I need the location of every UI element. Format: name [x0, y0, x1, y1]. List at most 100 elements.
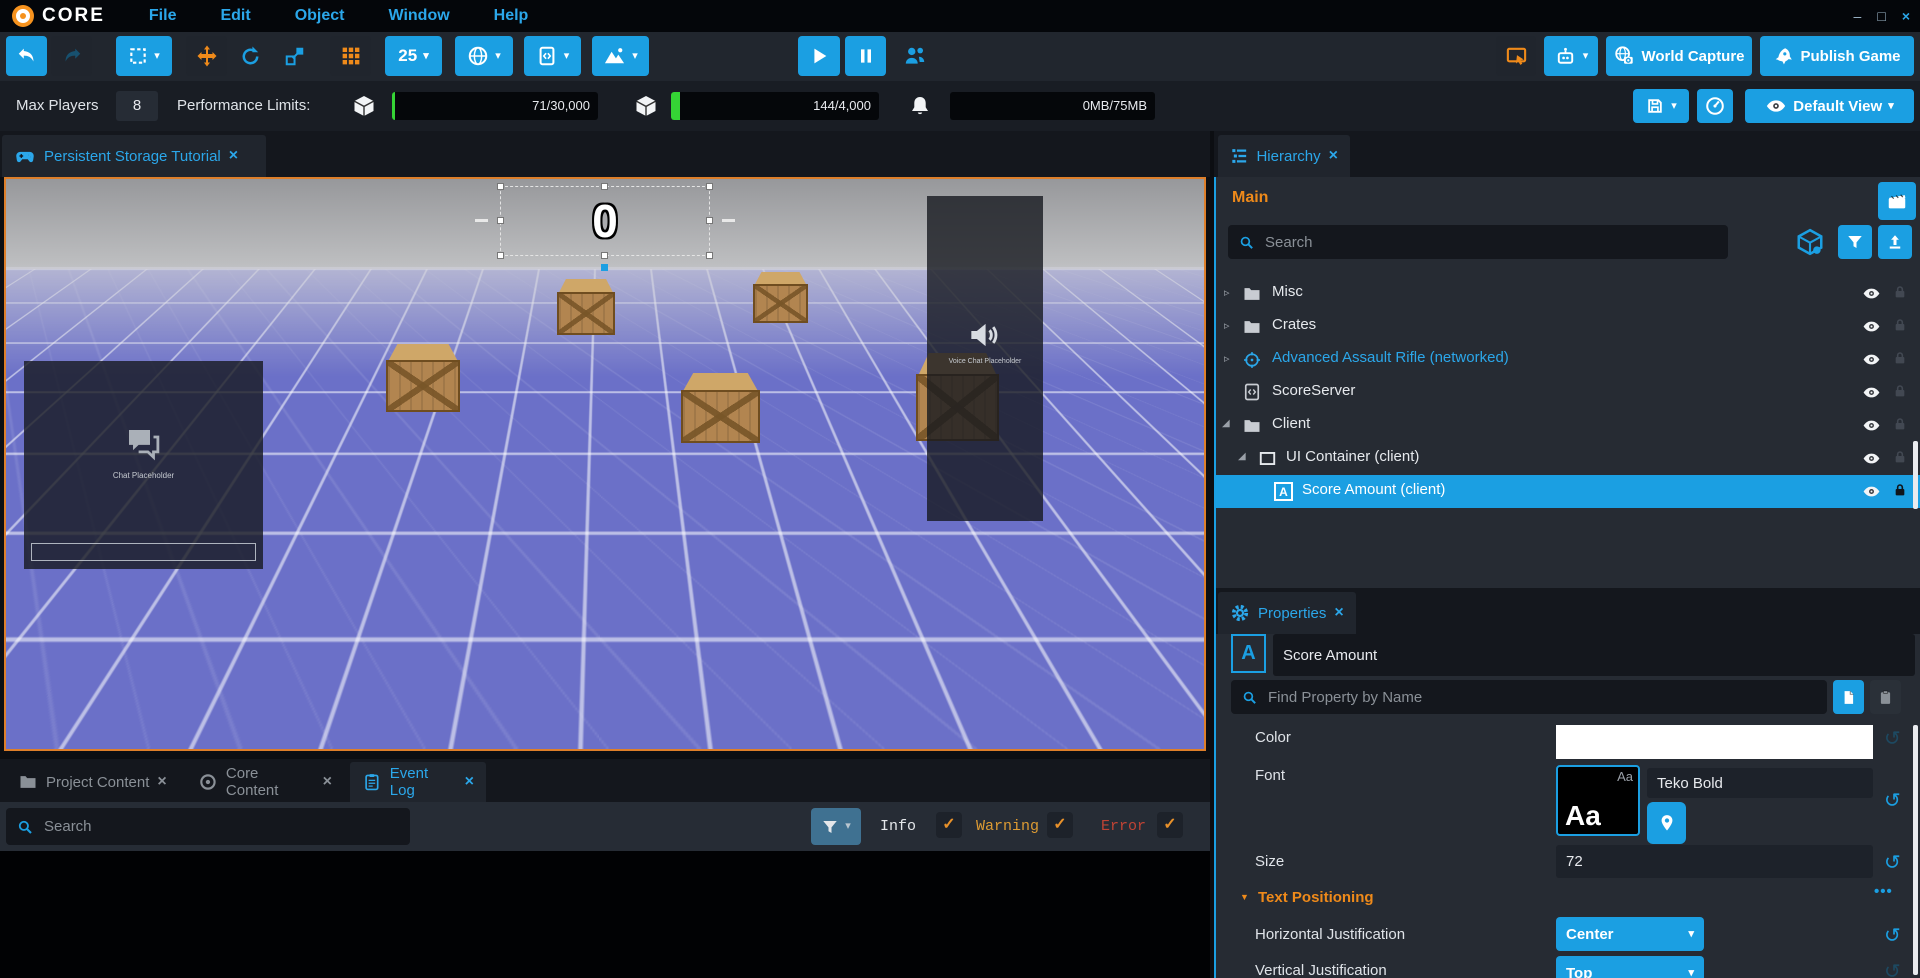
expand-arrow-icon[interactable]: ◢ [1238, 451, 1246, 462]
close-icon[interactable]: × [323, 773, 332, 791]
copy-properties-button[interactable] [1833, 680, 1864, 714]
anchor-handle[interactable] [601, 177, 608, 178]
visibility-eye-icon[interactable] [1862, 284, 1881, 303]
event-log-search-input[interactable] [42, 817, 400, 836]
lock-icon[interactable] [1892, 284, 1908, 300]
reset-icon[interactable]: ↺ [1884, 853, 1901, 873]
close-icon[interactable]: × [1902, 8, 1910, 24]
script-dropdown[interactable]: ▾ [524, 36, 581, 76]
tree-row-client[interactable]: ◢ Client [1216, 409, 1920, 442]
tree-row-advanced-assault-rifle[interactable]: ▹ Advanced Assault Rifle (networked) [1216, 343, 1920, 376]
save-dropdown-button[interactable]: ▾ [1633, 89, 1689, 123]
event-log-search[interactable] [6, 808, 410, 845]
lock-icon[interactable] [1892, 350, 1908, 366]
bot-dropdown[interactable]: ▾ [1544, 36, 1598, 76]
visibility-eye-icon[interactable] [1862, 416, 1881, 435]
font-picker-button[interactable] [1647, 802, 1686, 844]
tab-event-log[interactable]: Event Log × [350, 762, 486, 802]
menu-object[interactable]: Object [295, 7, 345, 25]
pause-button[interactable] [845, 36, 886, 76]
edge-handle[interactable] [475, 219, 488, 222]
close-icon[interactable]: × [1334, 604, 1343, 622]
tab-core-content[interactable]: Core Content × [186, 762, 344, 802]
default-view-dropdown[interactable]: Default View▾ [1745, 89, 1914, 123]
grid-snap-button[interactable] [330, 36, 371, 76]
world-capture-button[interactable]: World Capture [1606, 36, 1752, 76]
info-filter-checkbox[interactable]: ✓ [936, 812, 962, 838]
lock-icon[interactable] [1892, 449, 1908, 465]
close-icon[interactable]: × [465, 773, 474, 791]
terrain-dropdown[interactable]: ▾ [592, 36, 649, 76]
crate[interactable] [386, 344, 460, 412]
play-button[interactable] [798, 36, 840, 76]
lock-icon[interactable] [1892, 416, 1908, 432]
tree-row-score-amount[interactable]: A Score Amount (client) [1216, 475, 1920, 508]
text-positioning-header[interactable]: Text Positioning [1258, 889, 1374, 906]
visibility-eye-icon[interactable] [1862, 383, 1881, 402]
crate[interactable] [557, 279, 615, 335]
menu-window[interactable]: Window [388, 7, 449, 25]
resize-handle[interactable] [706, 217, 713, 224]
lock-icon[interactable] [1892, 383, 1908, 399]
tab-persistent-storage-tutorial[interactable]: Persistent Storage Tutorial × [2, 135, 266, 177]
menu-file[interactable]: File [149, 7, 177, 25]
resize-handle[interactable] [497, 252, 504, 259]
anchor-handle[interactable] [601, 264, 608, 271]
reset-icon[interactable]: ↺ [1884, 729, 1901, 749]
menu-help[interactable]: Help [494, 7, 529, 25]
crate[interactable] [753, 272, 808, 323]
property-search[interactable] [1231, 680, 1827, 714]
log-filter-button[interactable]: ▾ [811, 808, 861, 845]
crate[interactable] [681, 373, 760, 443]
menu-edit[interactable]: Edit [220, 7, 250, 25]
performance-gauge-button[interactable] [1697, 89, 1733, 123]
horizontal-justification-dropdown[interactable]: Center ▾ [1556, 917, 1704, 951]
dynamic-objects-icon[interactable] [1795, 227, 1825, 257]
close-icon[interactable]: × [1329, 147, 1338, 165]
tree-row-crates[interactable]: ▹ Crates [1216, 310, 1920, 343]
paste-properties-button[interactable] [1870, 680, 1901, 714]
collapse-arrow-icon[interactable]: ▹ [1224, 319, 1230, 332]
publish-game-button[interactable]: Publish Game [1760, 36, 1914, 76]
reset-icon[interactable]: ↺ [1884, 926, 1901, 946]
reset-icon[interactable]: ↺ [1884, 791, 1901, 811]
tree-row-scoreserver[interactable]: ScoreServer [1216, 376, 1920, 409]
lock-icon[interactable] [1892, 482, 1908, 498]
redo-button[interactable] [51, 36, 92, 76]
snap-size-dropdown[interactable]: 25▾ [385, 36, 442, 76]
hierarchy-scrollbar[interactable] [1913, 441, 1918, 509]
hierarchy-search[interactable] [1228, 225, 1728, 259]
tab-properties[interactable]: Properties × [1218, 592, 1356, 634]
tree-row-ui-container[interactable]: ◢ UI Container (client) [1216, 442, 1920, 475]
undo-button[interactable] [6, 36, 47, 76]
tree-row-misc[interactable]: ▹ Misc [1216, 277, 1920, 310]
scene-viewport[interactable]: Chat Placeholder Voice Chat Placeholder … [4, 177, 1206, 751]
overflow-menu-icon[interactable]: ••• [1874, 883, 1893, 900]
hierarchy-search-input[interactable] [1263, 233, 1718, 252]
resize-handle[interactable] [601, 183, 608, 190]
close-icon[interactable]: × [229, 147, 238, 165]
size-input[interactable]: 72 [1556, 845, 1873, 878]
scale-tool-button[interactable] [274, 36, 315, 76]
font-preview-swatch[interactable]: Aa Aa [1556, 765, 1640, 836]
minimize-icon[interactable]: – [1854, 8, 1862, 24]
resize-handle[interactable] [497, 183, 504, 190]
error-filter-checkbox[interactable]: ✓ [1157, 812, 1183, 838]
hierarchy-export-button[interactable] [1878, 225, 1912, 259]
world-capture-panel-button[interactable] [1878, 182, 1916, 220]
tab-project-content[interactable]: Project Content × [6, 762, 179, 802]
vertical-justification-dropdown[interactable]: Top ▾ [1556, 956, 1704, 978]
tab-hierarchy[interactable]: Hierarchy × [1218, 135, 1350, 177]
hierarchy-filter-button[interactable] [1838, 225, 1872, 259]
visibility-eye-icon[interactable] [1862, 317, 1881, 336]
edge-handle[interactable] [722, 219, 735, 222]
visibility-eye-icon[interactable] [1862, 482, 1881, 501]
resize-handle[interactable] [706, 252, 713, 259]
lock-icon[interactable] [1892, 317, 1908, 333]
resize-handle[interactable] [706, 183, 713, 190]
property-search-input[interactable] [1266, 688, 1817, 707]
selection-mode-button[interactable]: ▾ [116, 36, 172, 76]
selected-ui-text-bounds[interactable]: 0 [500, 186, 710, 256]
collapse-arrow-icon[interactable]: ▹ [1224, 352, 1230, 365]
properties-scrollbar[interactable] [1913, 725, 1918, 975]
